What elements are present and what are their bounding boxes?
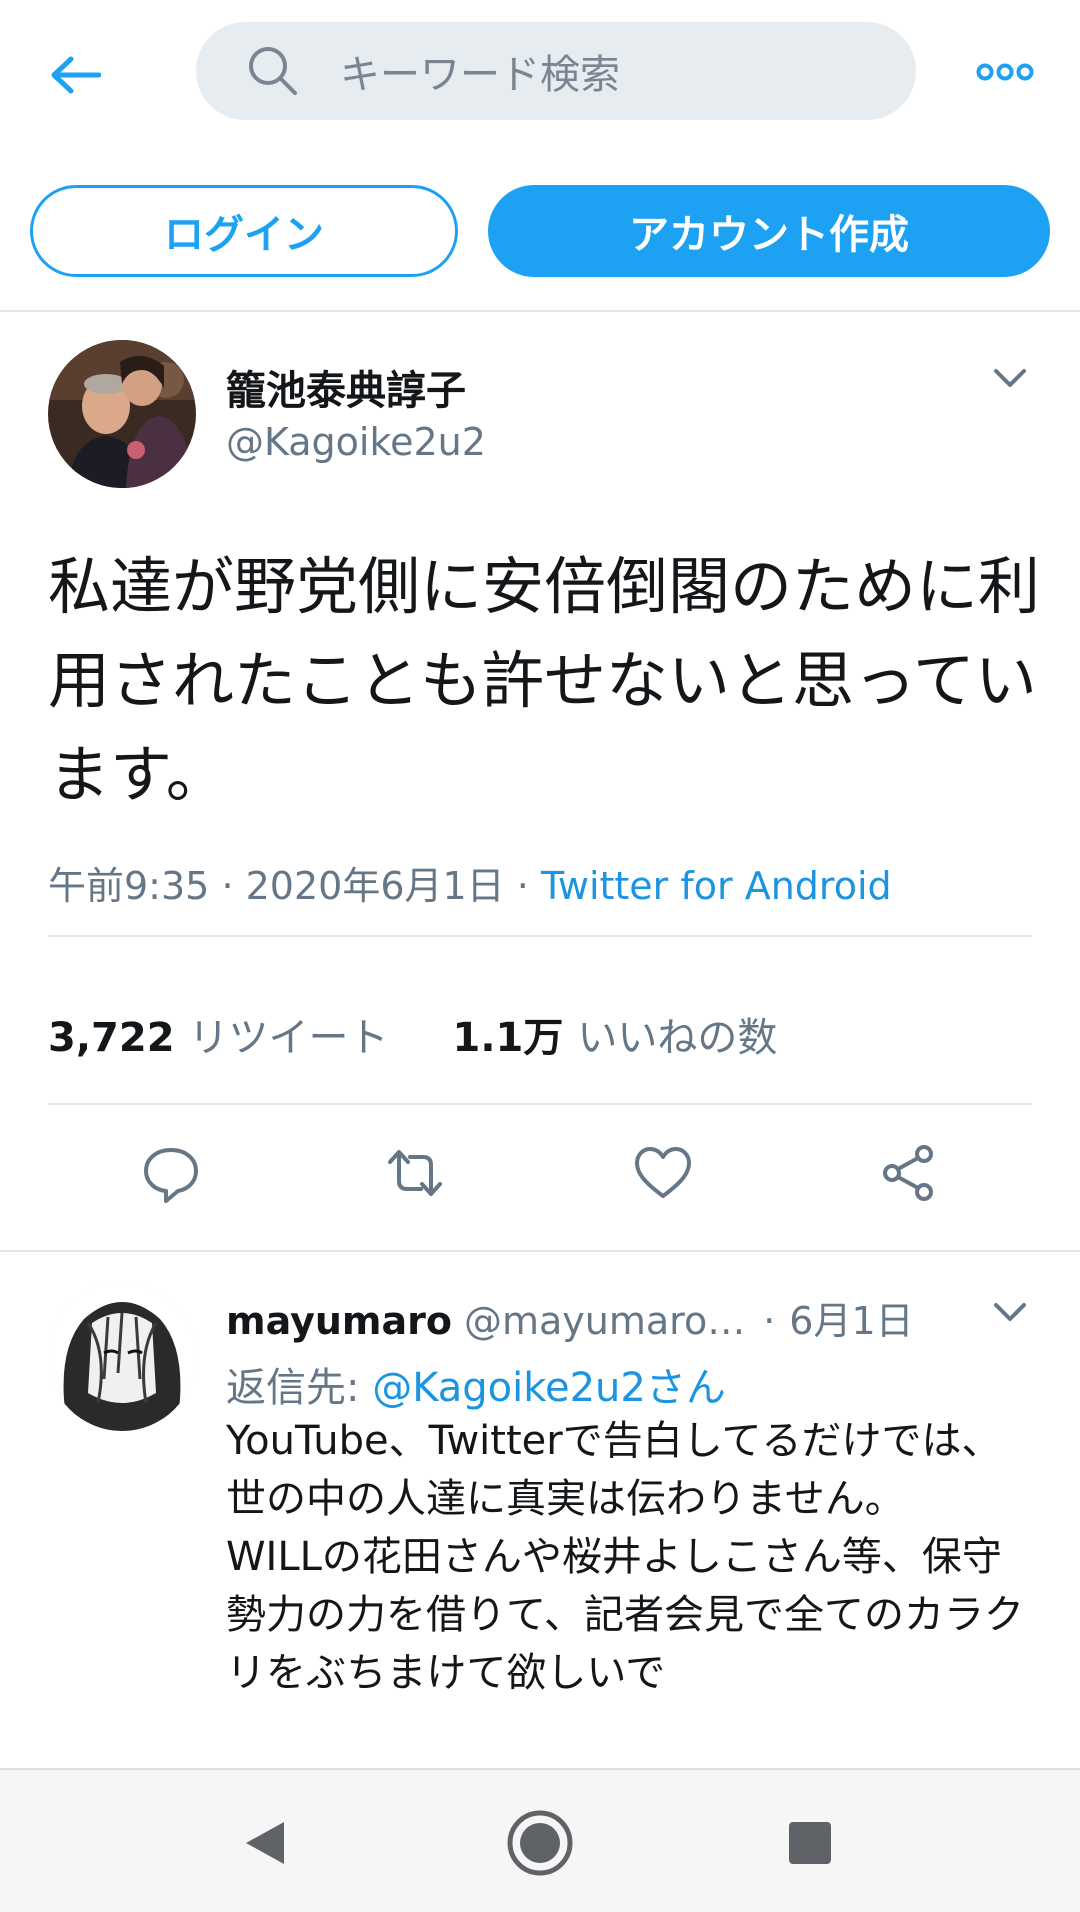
nav-home-icon[interactable] xyxy=(505,1808,575,1878)
share-icon[interactable] xyxy=(876,1140,942,1206)
top-bar: キーワード検索 xyxy=(0,0,1080,145)
more-options-icon[interactable] xyxy=(970,52,1040,92)
tweet-date: 2020年6月1日 xyxy=(245,864,505,908)
tweet-stats: 3,722 リツイート 1.1万 いいねの数 xyxy=(48,1005,777,1063)
reply-to-line: 返信先: @Kagoike2u2さん xyxy=(226,1355,726,1413)
tweet-source-link[interactable]: Twitter for Android xyxy=(541,864,892,908)
avatar[interactable] xyxy=(48,340,196,488)
reply-icon[interactable] xyxy=(138,1140,204,1206)
divider xyxy=(0,310,1080,312)
reply-avatar[interactable] xyxy=(48,1283,196,1431)
reply-date[interactable]: 6月1日 xyxy=(789,1299,913,1343)
auth-buttons: ログイン アカウント作成 xyxy=(0,185,1080,277)
create-account-button[interactable]: アカウント作成 xyxy=(488,185,1050,277)
divider xyxy=(48,935,1032,937)
tweet-actions xyxy=(0,1140,1080,1220)
nav-back-icon[interactable] xyxy=(230,1808,300,1878)
retweet-icon[interactable] xyxy=(382,1140,448,1206)
search-placeholder: キーワード検索 xyxy=(340,52,620,98)
nav-recents-icon[interactable] xyxy=(775,1808,845,1878)
search-icon xyxy=(249,47,297,95)
reply-to-suffix: さん xyxy=(645,1365,726,1411)
back-arrow-icon[interactable] xyxy=(40,40,110,110)
retweet-count[interactable]: 3,722 xyxy=(48,1015,175,1061)
reply-author-name[interactable]: mayumaro xyxy=(226,1299,452,1343)
tweet-time: 午前9:35 xyxy=(48,864,210,908)
retweet-label[interactable]: リツイート xyxy=(189,1015,389,1061)
tweet-meta: 午前9:35 · 2020年6月1日 · Twitter for Android xyxy=(48,864,892,908)
reply-header: mayumaro @mayumaro… · 6月1日 xyxy=(226,1299,914,1343)
chevron-down-icon[interactable] xyxy=(990,358,1030,398)
reply-text: YouTube、Twitterで告白してるだけでは、世の中の人達に真実は伝わりま… xyxy=(226,1418,1024,1696)
like-label[interactable]: いいねの数 xyxy=(577,1015,777,1061)
like-heart-icon[interactable] xyxy=(630,1140,696,1206)
reply-to-mention-link[interactable]: @Kagoike2u2 xyxy=(372,1365,646,1411)
like-count[interactable]: 1.1万 xyxy=(453,1015,564,1061)
reply-to-prefix: 返信先: xyxy=(226,1365,373,1411)
author-name[interactable]: 籠池泰典諄子 xyxy=(226,358,466,416)
login-button[interactable]: ログイン xyxy=(30,185,458,277)
author-handle[interactable]: @Kagoike2u2 xyxy=(226,420,486,464)
divider xyxy=(0,1250,1080,1252)
divider xyxy=(48,1103,1032,1105)
reply-author-handle[interactable]: @mayumaro… xyxy=(464,1299,745,1343)
tweet-text: 私達が野党側に安倍倒閣のために利用されたことも許せないと思っています。 xyxy=(48,550,1041,811)
chevron-down-icon[interactable] xyxy=(990,1292,1030,1332)
android-nav-bar xyxy=(0,1768,1080,1912)
search-input[interactable]: キーワード検索 xyxy=(196,22,916,120)
